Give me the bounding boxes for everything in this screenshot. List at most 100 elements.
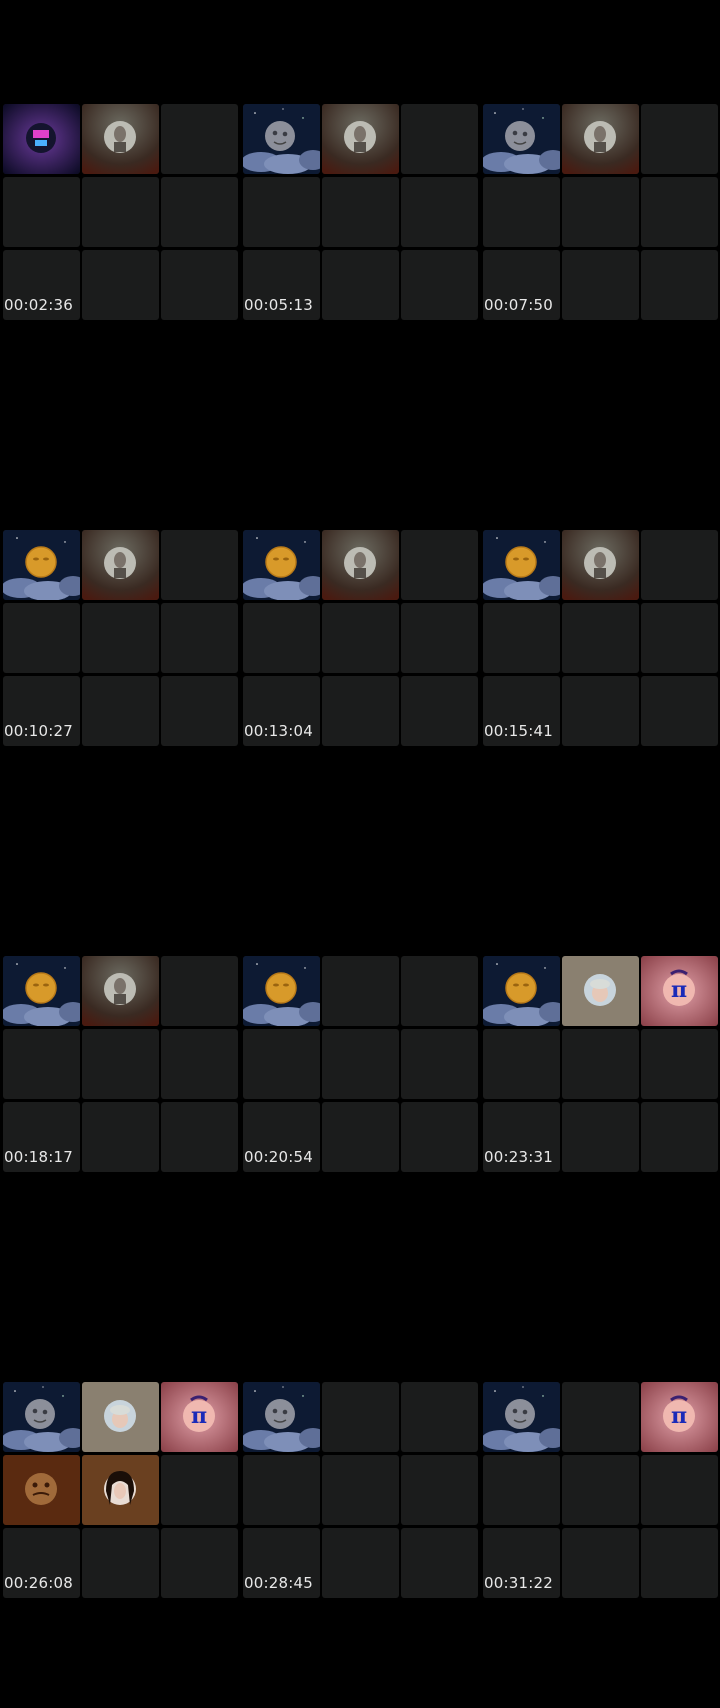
empty-participant-tile [483,603,560,673]
empty-participant-tile [82,676,159,746]
participant-grid: π [483,1382,719,1600]
frame-timestamp: 00:28:45 [244,1574,313,1592]
participant-grid [243,1382,479,1600]
participant-tile-moon-gold-clouds [243,956,320,1026]
empty-participant-tile [82,1102,159,1172]
empty-participant-tile [243,1029,320,1099]
frame-timestamp: 00:13:04 [244,722,313,740]
empty-participant-tile [641,1029,718,1099]
pi-symbol: π [671,1403,687,1429]
empty-participant-tile [562,1102,639,1172]
participant-grid [243,104,479,322]
frame-timestamp: 00:02:36 [4,296,73,314]
empty-participant-tile [3,1029,80,1099]
empty-participant-tile [641,250,718,320]
empty-participant-tile [641,603,718,673]
participant-grid [3,104,239,322]
participant-tile-avatar-pi: π [641,956,718,1026]
empty-participant-tile [243,177,320,247]
participant-grid: π [3,1382,239,1600]
participant-grid [3,530,239,748]
empty-participant-tile [243,603,320,673]
empty-participant-tile [401,676,478,746]
frame-timestamp: 00:23:31 [484,1148,553,1166]
participant-tile-moon-gold-clouds [3,530,80,600]
empty-participant-tile [401,250,478,320]
empty-participant-tile [161,1455,238,1525]
empty-participant-tile [641,530,718,600]
empty-participant-tile [483,1029,560,1099]
empty-participant-tile [562,250,639,320]
empty-participant-tile [401,104,478,174]
empty-participant-tile [82,603,159,673]
empty-participant-tile [322,1382,399,1452]
participant-grid: π [483,956,719,1174]
participant-tile-moon-gray-clouds [243,1382,320,1452]
empty-participant-tile [161,1528,238,1598]
participant-tile-moon-gray-clouds [483,1382,560,1452]
empty-participant-tile [322,1102,399,1172]
empty-participant-tile [161,603,238,673]
pi-symbol: π [671,977,687,1003]
empty-participant-tile [322,250,399,320]
participant-grid [3,956,239,1174]
participant-tile-avatar-pi: π [161,1382,238,1452]
empty-participant-tile [401,530,478,600]
empty-participant-tile [82,1528,159,1598]
empty-participant-tile [322,1455,399,1525]
participant-tile-avatar-neon [3,104,80,174]
participant-tile-moon-gold-clouds [243,530,320,600]
frame-timestamp: 00:05:13 [244,296,313,314]
empty-participant-tile [483,1455,560,1525]
empty-participant-tile [401,956,478,1026]
empty-participant-tile [401,603,478,673]
empty-participant-tile [562,676,639,746]
empty-participant-tile [322,1528,399,1598]
empty-participant-tile [401,1029,478,1099]
participant-tile-avatar-brown-face [3,1455,80,1525]
participant-tile-moon-gold-clouds [483,956,560,1026]
empty-participant-tile [82,1029,159,1099]
participant-grid [243,530,479,748]
participant-tile-avatar-gray-person [322,104,399,174]
participant-tile-avatar-older-person [562,956,639,1026]
frame-timestamp: 00:20:54 [244,1148,313,1166]
participant-tile-avatar-pi: π [641,1382,718,1452]
frame-timestamp: 00:10:27 [4,722,73,740]
participant-tile-avatar-gray-person [82,956,159,1026]
empty-participant-tile [3,177,80,247]
empty-participant-tile [641,676,718,746]
frame-timestamp: 00:26:08 [4,1574,73,1592]
participant-tile-avatar-gray-person [82,104,159,174]
empty-participant-tile [161,104,238,174]
empty-participant-tile [562,1029,639,1099]
frame-timestamp: 00:15:41 [484,722,553,740]
empty-participant-tile [322,676,399,746]
empty-participant-tile [161,250,238,320]
pi-symbol: π [191,1403,207,1429]
empty-participant-tile [3,603,80,673]
empty-participant-tile [562,603,639,673]
empty-participant-tile [562,1455,639,1525]
participant-tile-avatar-gray-person [82,530,159,600]
frame-timestamp: 00:31:22 [484,1574,553,1592]
participant-tile-moon-gold-clouds [3,956,80,1026]
participant-tile-avatar-gray-person [562,530,639,600]
empty-participant-tile [401,1382,478,1452]
empty-participant-tile [641,177,718,247]
participant-tile-moon-gray-clouds [243,104,320,174]
participant-grid [243,956,479,1174]
participant-tile-avatar-gray-person [322,530,399,600]
empty-participant-tile [161,956,238,1026]
empty-participant-tile [641,1102,718,1172]
empty-participant-tile [322,603,399,673]
empty-participant-tile [562,1528,639,1598]
frame-timestamp: 00:18:17 [4,1148,73,1166]
participant-grid [483,104,719,322]
empty-participant-tile [82,177,159,247]
participant-tile-avatar-dark-hair [82,1455,159,1525]
empty-participant-tile [641,1455,718,1525]
empty-participant-tile [322,956,399,1026]
empty-participant-tile [562,177,639,247]
empty-participant-tile [322,177,399,247]
